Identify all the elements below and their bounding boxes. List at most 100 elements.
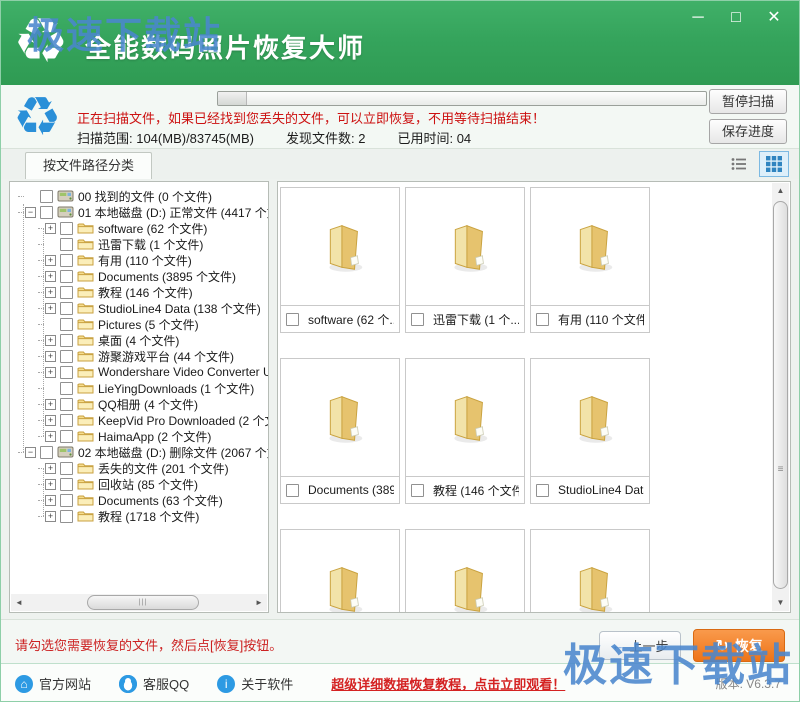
tree-item-checkbox[interactable] bbox=[60, 477, 73, 491]
tree-expander-icon[interactable]: + bbox=[45, 430, 56, 442]
tree-expander-icon[interactable]: + bbox=[45, 254, 56, 266]
titlebar: ♻ 全能数码照片恢复大师 ─ □ ✕ bbox=[1, 1, 799, 85]
scroll-up-arrow-icon[interactable]: ▲ bbox=[772, 183, 789, 199]
close-button[interactable]: ✕ bbox=[763, 7, 785, 29]
about-software-link[interactable]: i 关于软件 bbox=[217, 674, 293, 693]
tree-horizontal-scrollbar[interactable]: ◄ ► bbox=[11, 594, 267, 611]
tree-item-checkbox[interactable] bbox=[60, 509, 73, 523]
grid-item-checkbox[interactable] bbox=[286, 312, 299, 326]
tree-item[interactable]: − 01 本地磁盘 (D:) 正常文件 (4417 个文件) bbox=[18, 204, 268, 220]
folder-grid-item[interactable]: 教程 (146 个文件) bbox=[405, 358, 525, 504]
tree-item-checkbox[interactable] bbox=[40, 445, 53, 459]
grid-view-button[interactable] bbox=[759, 151, 789, 177]
official-website-link[interactable]: ⌂ 官方网站 bbox=[15, 674, 91, 693]
tree-expander-icon[interactable]: + bbox=[45, 414, 56, 426]
tree-item[interactable]: + 教程 (1718 个文件) bbox=[38, 508, 268, 524]
tree-expander-icon[interactable]: + bbox=[45, 302, 56, 314]
tree-expander-icon[interactable]: + bbox=[45, 510, 56, 522]
grid-item-checkbox[interactable] bbox=[411, 312, 424, 326]
tree-expander-icon[interactable]: + bbox=[45, 270, 56, 282]
tree-item[interactable]: + Wondershare Video Converter Ultima bbox=[38, 364, 268, 380]
tree-item[interactable]: + Documents (3895 个文件) bbox=[38, 268, 268, 284]
tree-item[interactable]: + QQ相册 (4 个文件) bbox=[38, 396, 268, 412]
tree-item[interactable]: + StudioLine4 Data (138 个文件) bbox=[38, 300, 268, 316]
tree-item-checkbox[interactable] bbox=[60, 413, 73, 427]
horizontal-scroll-thumb[interactable] bbox=[87, 595, 199, 610]
tree-expander-icon[interactable]: + bbox=[45, 398, 56, 410]
list-view-button[interactable] bbox=[724, 151, 754, 177]
tree-item-checkbox[interactable] bbox=[60, 461, 73, 475]
tree-item-checkbox[interactable] bbox=[60, 397, 73, 411]
folder-grid-item[interactable]: 有用 (110 个文件) bbox=[530, 187, 650, 333]
tree-item[interactable]: Pictures (5 个文件) bbox=[38, 316, 268, 332]
recover-button[interactable]: ↻ 恢复 bbox=[693, 629, 785, 662]
tutorial-promo-link[interactable]: 超级详细数据恢复教程，点击立即观看！ bbox=[331, 674, 565, 693]
tree-expander-icon[interactable]: + bbox=[45, 494, 56, 506]
tree-item[interactable]: 00 找到的文件 (0 个文件) bbox=[18, 188, 268, 204]
tree-item[interactable]: + KeepVid Pro Downloaded (2 个文件) bbox=[38, 412, 268, 428]
grid-item-checkbox[interactable] bbox=[286, 483, 299, 497]
scroll-down-arrow-icon[interactable]: ▼ bbox=[772, 595, 789, 611]
version-text: 版本: V6.3.7 bbox=[715, 677, 781, 691]
tree-item-checkbox[interactable] bbox=[60, 333, 73, 347]
tree-item-checkbox[interactable] bbox=[60, 429, 73, 443]
tree-item[interactable]: 迅雷下载 (1 个文件) bbox=[38, 236, 268, 252]
tree-item[interactable]: + HaimaApp (2 个文件) bbox=[38, 428, 268, 444]
folder-grid-item[interactable] bbox=[530, 529, 650, 612]
scroll-left-arrow-icon[interactable]: ◄ bbox=[11, 594, 27, 611]
tree-item-checkbox[interactable] bbox=[60, 317, 73, 331]
tree-item-checkbox[interactable] bbox=[40, 205, 53, 219]
folder-grid-item[interactable] bbox=[405, 529, 525, 612]
tree-expander-icon[interactable]: + bbox=[45, 222, 56, 234]
tree-item[interactable]: LieYingDownloads (1 个文件) bbox=[38, 380, 268, 396]
tree-item[interactable]: + 丢失的文件 (201 个文件) bbox=[38, 460, 268, 476]
tree-expander-icon[interactable]: + bbox=[45, 286, 56, 298]
tree-item[interactable]: + Documents (63 个文件) bbox=[38, 492, 268, 508]
folder-grid-item[interactable]: software (62 个... bbox=[280, 187, 400, 333]
tree-expander-icon[interactable]: − bbox=[25, 446, 36, 458]
tab-by-file-path[interactable]: 按文件路径分类 bbox=[25, 152, 153, 180]
minimize-button[interactable]: ─ bbox=[687, 7, 709, 29]
tree-item-checkbox[interactable] bbox=[60, 285, 73, 299]
tree-item[interactable]: + 桌面 (4 个文件) bbox=[38, 332, 268, 348]
scroll-right-arrow-icon[interactable]: ► bbox=[251, 594, 267, 611]
tree-item[interactable]: + 有用 (110 个文件) bbox=[38, 252, 268, 268]
folder-grid-item[interactable]: StudioLine4 Data ... bbox=[530, 358, 650, 504]
tree-item[interactable]: + 游聚游戏平台 (44 个文件) bbox=[38, 348, 268, 364]
previous-step-button[interactable]: ← 上一步 bbox=[599, 631, 681, 660]
footer: ⌂ 官方网站 客服QQ i 关于软件 超级详细数据恢复教程，点击立即观看！ 版本… bbox=[1, 663, 799, 701]
grid-vertical-scrollbar[interactable]: ▲ ▼ bbox=[772, 183, 789, 611]
tree-item[interactable]: + 教程 (146 个文件) bbox=[38, 284, 268, 300]
grid-item-checkbox[interactable] bbox=[411, 483, 424, 497]
pause-scan-button[interactable]: 暂停扫描 bbox=[709, 89, 787, 114]
tree-item-checkbox[interactable] bbox=[40, 189, 53, 203]
tree-item-checkbox[interactable] bbox=[60, 349, 73, 363]
grid-item-checkbox[interactable] bbox=[536, 483, 549, 497]
tree-expander-icon[interactable]: + bbox=[45, 334, 56, 346]
tree-expander-icon[interactable]: + bbox=[45, 462, 56, 474]
tree-expander-icon[interactable]: + bbox=[45, 366, 56, 378]
tree-item-checkbox[interactable] bbox=[60, 301, 73, 315]
tree-item[interactable]: + 回收站 (85 个文件) bbox=[38, 476, 268, 492]
tree-item-checkbox[interactable] bbox=[60, 269, 73, 283]
vertical-scroll-thumb[interactable] bbox=[773, 201, 788, 589]
tree-item[interactable]: + software (62 个文件) bbox=[38, 220, 268, 236]
tree-item[interactable]: − 02 本地磁盘 (D:) 删除文件 (2067 个文件) bbox=[18, 444, 268, 460]
grid-item-checkbox[interactable] bbox=[536, 312, 549, 326]
maximize-button[interactable]: □ bbox=[725, 7, 747, 29]
tree-expander-icon[interactable]: + bbox=[45, 478, 56, 490]
tree-item-checkbox[interactable] bbox=[60, 253, 73, 267]
tree-item-checkbox[interactable] bbox=[60, 221, 73, 235]
tree-item-checkbox[interactable] bbox=[60, 237, 73, 251]
folder-grid-item[interactable]: 迅雷下载 (1 个... bbox=[405, 187, 525, 333]
folder-grid-item[interactable] bbox=[280, 529, 400, 612]
tree-item-checkbox[interactable] bbox=[60, 381, 73, 395]
customer-service-qq-link[interactable]: 客服QQ bbox=[119, 674, 189, 693]
folder-grid-item[interactable]: Documents (389... bbox=[280, 358, 400, 504]
tree-item-checkbox[interactable] bbox=[60, 365, 73, 379]
tree-item-checkbox[interactable] bbox=[60, 493, 73, 507]
grid-item-label: 有用 (110 个文件) bbox=[558, 312, 644, 327]
tree-expander-icon[interactable]: − bbox=[25, 206, 36, 218]
save-progress-button[interactable]: 保存进度 bbox=[709, 119, 787, 144]
tree-expander-icon[interactable]: + bbox=[45, 350, 56, 362]
